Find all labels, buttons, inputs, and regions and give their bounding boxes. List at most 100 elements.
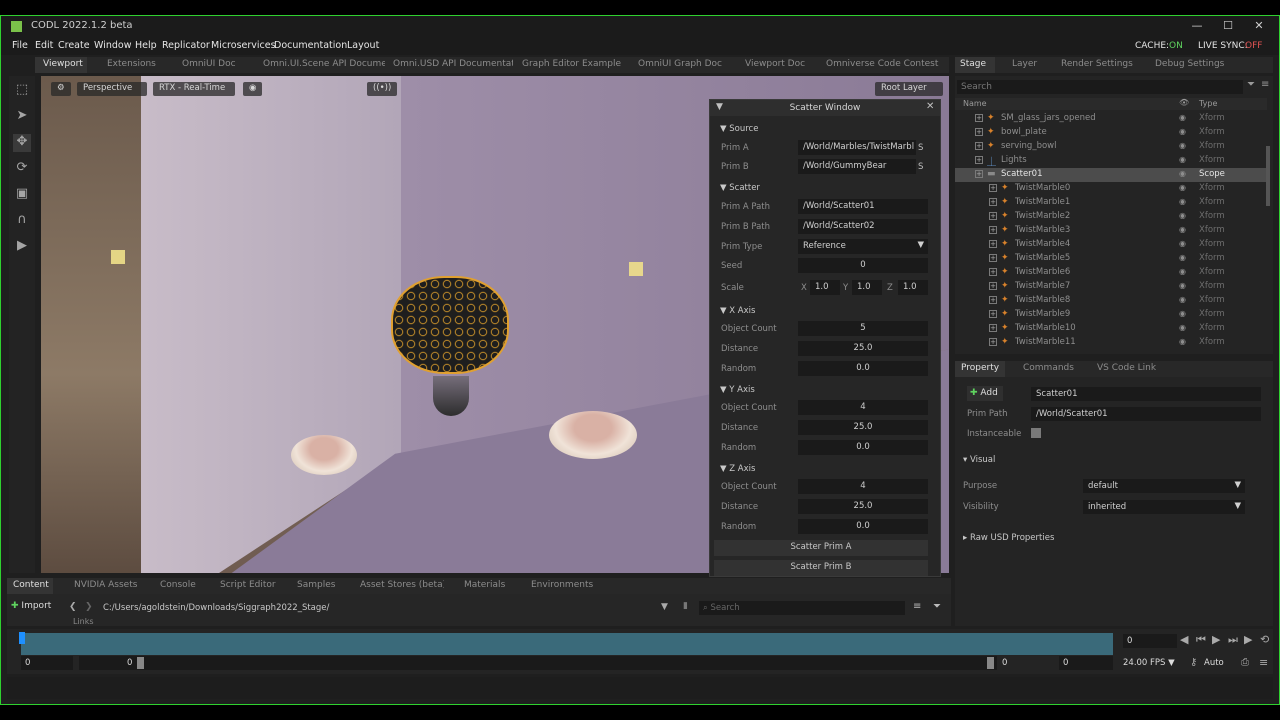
expand-icon[interactable]: + [989,324,997,332]
visibility-eye-icon[interactable]: ◉ [1179,295,1186,304]
chevron-down-icon[interactable]: ▼ [661,602,668,612]
menu-icon[interactable]: ≡ [1261,79,1269,90]
y-distance-field[interactable]: 25.0 [798,420,928,435]
end-frame-value[interactable]: 0 [1002,658,1007,668]
prim-b-field[interactable]: /World/GummyBear [798,159,916,174]
scale-z-field[interactable]: 1.0 [898,280,928,295]
stage-row[interactable]: + ✦ TwistMarble9 ◉ Xform [955,308,1267,322]
tab-materials[interactable]: Materials [464,578,518,594]
col-name-header[interactable]: Name [963,99,987,108]
key-icon[interactable]: ⚷ [1190,657,1197,668]
tab-asset-stores[interactable]: Asset Stores (beta) [360,578,444,594]
tab-omniui-doc[interactable]: OmniUI Doc [182,57,246,73]
menu-icon[interactable]: ≡ [1259,656,1268,669]
loop-icon[interactable]: ⟲ [1260,633,1269,646]
cache-status[interactable]: ON [1169,41,1183,51]
menu-create[interactable]: Create [58,40,90,51]
visibility-eye-icon[interactable]: ◉ [1179,323,1186,332]
auto-key-button[interactable]: Auto [1204,658,1224,668]
visibility-eye-icon[interactable]: ◉ [1179,253,1186,262]
tab-content[interactable]: Content [7,578,53,594]
light-gizmo-icon[interactable] [111,250,125,264]
scatter-prim-a-button[interactable]: Scatter Prim A [714,540,928,556]
menu-microservices[interactable]: Microservices [211,40,276,51]
section-x-axis[interactable]: ▼ X Axis [720,306,755,316]
menu-file[interactable]: File [12,40,28,51]
stage-row[interactable]: + ✦ TwistMarble2 ◉ Xform [955,210,1267,224]
tab-graph-editor-example[interactable]: Graph Editor Example [522,57,622,73]
stage-row[interactable]: + ✦ TwistMarble7 ◉ Xform [955,280,1267,294]
tab-environments[interactable]: Environments [531,578,601,594]
glass-vase[interactable] [433,376,469,416]
tab-extensions[interactable]: Extensions [107,57,167,73]
prim-path-field[interactable]: /World/Scatter01 [1031,407,1261,421]
scale-y-field[interactable]: 1.0 [852,280,882,295]
expand-icon[interactable]: + [975,142,983,150]
expand-icon[interactable]: + [989,268,997,276]
bookmark-icon[interactable]: ▮ [683,601,688,611]
section-scatter[interactable]: ▼ Scatter [720,183,760,193]
rewind-icon[interactable]: ⏮ [1196,633,1206,647]
stage-row[interactable]: + ✦ TwistMarble4 ◉ Xform [955,238,1267,252]
menu-help[interactable]: Help [135,40,157,51]
tab-omniusd-doc[interactable]: Omni.USD API Documentat... [393,57,513,73]
stage-search-input[interactable]: Search [957,80,1243,94]
z-random-field[interactable]: 0.0 [798,519,928,534]
stage-row[interactable]: + ✦ TwistMarble0 ◉ Xform [955,182,1267,196]
tab-samples[interactable]: Samples [297,578,345,594]
content-path-field[interactable]: C:/Users/agoldstein/Downloads/Siggraph20… [99,601,669,615]
tab-commands[interactable]: Commands [1023,361,1083,377]
add-button[interactable]: ✚ Add [967,386,1003,401]
content-partial-item[interactable]: Links [73,617,94,626]
tab-viewport-doc[interactable]: Viewport Doc [745,57,815,73]
stage-row[interactable]: + ✦ SM_glass_jars_opened ◉ Xform [955,112,1267,126]
expand-icon[interactable]: + [989,254,997,262]
play-icon[interactable]: ▶ [13,238,31,256]
expand-icon[interactable]: + [975,156,983,164]
visibility-eye-icon[interactable]: ◉ [1179,197,1186,206]
start-frame-field[interactable]: 0 [21,656,73,670]
stage-row[interactable]: + ✦ bowl_plate ◉ Xform [955,126,1267,140]
tab-render-settings[interactable]: Render Settings [1061,57,1141,73]
visibility-eye-icon[interactable]: ◉ [1179,211,1186,220]
visibility-eye-icon[interactable]: ◉ [1179,155,1186,164]
section-raw-usd[interactable]: ▸ Raw USD Properties [963,533,1054,543]
visibility-eye-icon[interactable]: ◉ [1179,169,1186,178]
tab-nvidia-assets[interactable]: NVIDIA Assets [74,578,140,594]
section-visual[interactable]: ▾ Visual [963,455,995,465]
export-icon[interactable]: ⎙ [1241,657,1249,668]
import-button[interactable]: ✚ Import [11,601,59,615]
visibility-eye-icon[interactable]: ◉ [1179,239,1186,248]
scatter-window-header[interactable]: ▼ Scatter Window ✕ [710,100,940,116]
close-icon[interactable]: ✕ [1249,19,1269,35]
y-object-count-field[interactable]: 4 [798,400,928,415]
select-prim-a-button[interactable]: S [918,143,923,153]
render-mode-button[interactable]: RTX - Real-Time [153,82,235,96]
expand-icon[interactable]: + [989,338,997,346]
tab-vs-code-link[interactable]: VS Code Link [1097,361,1167,377]
timeline-playhead[interactable] [19,632,25,644]
range-end-handle[interactable] [987,657,994,669]
bowl-plate[interactable] [291,435,357,475]
stage-row[interactable]: + ▬ Scatter01 ◉ Scope [955,168,1267,182]
stage-row[interactable]: + ⏊ Lights ◉ Xform [955,154,1267,168]
expand-icon[interactable]: + [989,226,997,234]
menu-window[interactable]: Window [94,40,131,51]
z-object-count-field[interactable]: 4 [798,479,928,494]
visibility-eye-icon[interactable]: ◉ [1179,309,1186,318]
y-random-field[interactable]: 0.0 [798,440,928,455]
close-icon[interactable]: ✕ [926,101,934,112]
fast-forward-icon[interactable]: ⏭ [1228,633,1238,647]
visibility-eye-icon[interactable]: ◉ [1179,183,1186,192]
prim-type-dropdown[interactable]: Reference ▼ [798,239,928,254]
light-gizmo-icon[interactable] [629,262,643,276]
section-z-axis[interactable]: ▼ Z Axis [720,464,755,474]
filter-icon[interactable]: ⏷ [933,601,941,612]
step-back-icon[interactable]: ◀ [1180,633,1188,646]
expand-icon[interactable]: + [989,240,997,248]
tab-omniui-graph-doc[interactable]: OmniUI Graph Doc [638,57,728,73]
forward-icon[interactable]: ❯ [85,602,93,612]
x-distance-field[interactable]: 25.0 [798,341,928,356]
prim-b-path-field[interactable]: /World/Scatter02 [798,219,928,234]
expand-icon[interactable]: + [989,212,997,220]
